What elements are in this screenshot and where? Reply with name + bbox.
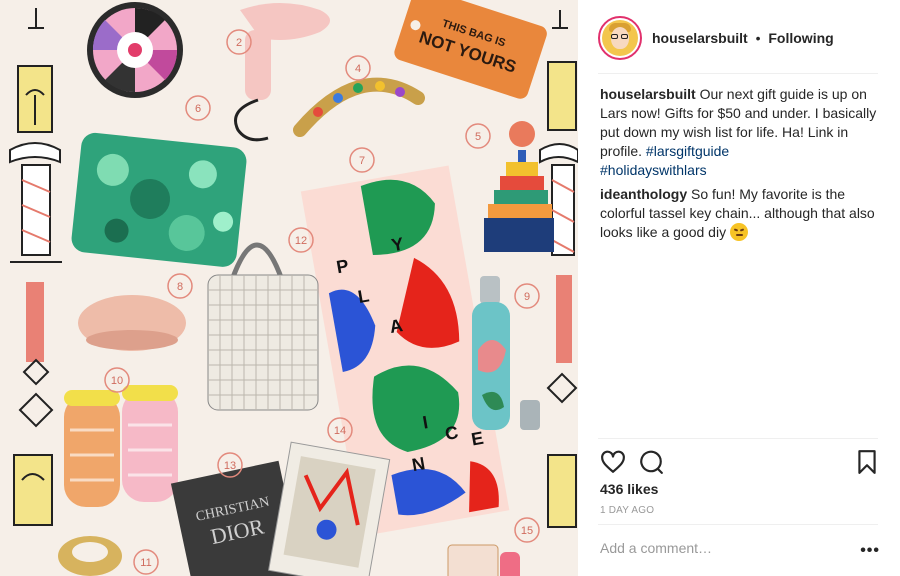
knit-mittens-illustration	[64, 385, 178, 507]
number-marker-10: 10	[104, 367, 130, 393]
svg-text:2: 2	[236, 37, 242, 49]
avatar-image	[602, 20, 638, 56]
number-marker-6: 6	[185, 95, 211, 121]
post-panel: houselarsbuilt • Following houselarsbuil…	[578, 0, 900, 576]
post-timestamp[interactable]: 1 DAY AGO	[600, 505, 654, 516]
number-marker-9: 9	[514, 283, 540, 309]
avatar[interactable]	[598, 16, 642, 60]
post-image[interactable]: THIS BAG IS NOT YOURS P L A Y N I C E CH…	[0, 0, 578, 576]
gift-guide-collage: THIS BAG IS NOT YOURS P L A Y N I C E CH…	[9, 0, 578, 576]
tassel-keychain-illustration	[484, 121, 554, 252]
svg-text:9: 9	[524, 291, 530, 303]
number-marker-7: 7	[349, 147, 375, 173]
luggage-tag-illustration: THIS BAG IS NOT YOURS	[394, 0, 547, 99]
number-marker-8: 8	[167, 273, 193, 299]
hashtag-link[interactable]: #larsgiftguide	[646, 143, 729, 159]
header-divider	[598, 73, 878, 74]
action-bar	[600, 449, 880, 475]
svg-text:6: 6	[195, 103, 201, 115]
comment-username[interactable]: houselarsbuilt	[600, 86, 696, 102]
grid-tote-bag-illustration	[207, 242, 319, 411]
reply-comment: ideanthology So fun! My favorite is the …	[600, 185, 880, 242]
svg-text:5: 5	[475, 131, 481, 143]
separator-dot: •	[755, 30, 761, 46]
comment-divider	[598, 524, 878, 525]
right-column-decoration	[539, 10, 578, 528]
number-marker-11: 11	[133, 549, 159, 575]
header-text: houselarsbuilt • Following	[652, 30, 834, 46]
jeweled-clip-illustration	[293, 77, 425, 137]
svg-text:4: 4	[355, 63, 361, 75]
svg-text:7: 7	[359, 155, 365, 167]
svg-text:13: 13	[224, 460, 236, 472]
svg-text:12: 12	[295, 235, 307, 247]
svg-text:8: 8	[177, 281, 183, 293]
caption-comment: houselarsbuilt Our next gift guide is up…	[600, 85, 880, 180]
dartboard-illustration	[87, 2, 183, 98]
hashtag-link[interactable]: #holidayswithlars	[600, 162, 707, 178]
number-marker-5: 5	[465, 123, 491, 149]
svg-text:10: 10	[111, 375, 123, 387]
actions-divider	[598, 438, 878, 439]
comment-icon[interactable]	[638, 449, 664, 475]
svg-text:14: 14	[334, 425, 346, 437]
comments-list: houselarsbuilt Our next gift guide is up…	[600, 85, 880, 247]
svg-text:11: 11	[140, 557, 151, 569]
likes-count[interactable]: 436 likes	[600, 481, 658, 497]
following-button[interactable]: Following	[768, 30, 833, 46]
brass-holder-illustration	[58, 536, 122, 576]
post-username[interactable]: houselarsbuilt	[652, 30, 748, 46]
svg-text:15: 15	[521, 525, 533, 537]
malachite-tray-illustration	[71, 132, 247, 267]
comment-username[interactable]: ideanthology	[600, 186, 687, 202]
number-marker-15: 15	[514, 517, 540, 543]
add-comment-input[interactable]	[600, 540, 840, 556]
heart-icon[interactable]	[600, 449, 626, 475]
more-icon[interactable]: •••	[860, 542, 880, 560]
left-column-decoration	[9, 8, 62, 526]
art-book-illustration	[268, 441, 391, 576]
smirk-emoji-icon	[729, 223, 748, 241]
add-comment-bar: •••	[600, 540, 880, 562]
number-marker-4: 4	[345, 55, 371, 81]
glass-candle-illustration	[447, 544, 520, 576]
beret-illustration	[78, 295, 186, 351]
post-header: houselarsbuilt • Following	[598, 10, 878, 66]
bookmark-icon[interactable]	[854, 449, 880, 475]
